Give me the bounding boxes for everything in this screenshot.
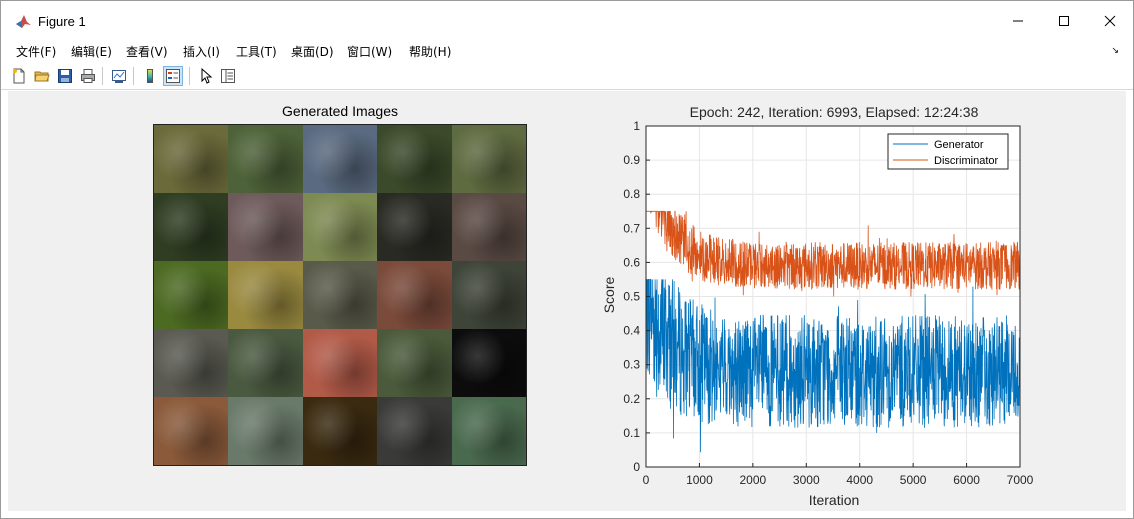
open-file-button[interactable] xyxy=(32,66,52,86)
menu-desktop[interactable]: 桌面(D) xyxy=(291,43,334,60)
x-tick-label: 6000 xyxy=(953,473,980,487)
minimize-icon xyxy=(1013,20,1023,22)
matlab-logo-icon xyxy=(15,13,32,30)
y-tick-label: 0.8 xyxy=(623,187,640,201)
y-tick-label: 0.2 xyxy=(623,392,640,406)
print-icon xyxy=(81,69,95,83)
window-title: Figure 1 xyxy=(38,14,86,29)
colorbar-icon xyxy=(147,69,153,83)
menu-help[interactable]: 帮助(H) xyxy=(409,43,451,60)
x-tick-label: 1000 xyxy=(686,473,713,487)
legend-button[interactable] xyxy=(163,66,183,86)
colorbar-button[interactable] xyxy=(140,66,160,86)
save-icon xyxy=(58,69,72,83)
new-figure-button[interactable] xyxy=(9,66,29,86)
link-plot-icon xyxy=(112,70,126,83)
maximize-icon xyxy=(1059,16,1069,26)
plot-title: Epoch: 242, Iteration: 6993, Elapsed: 12… xyxy=(690,104,979,120)
y-tick-label: 0.5 xyxy=(623,290,640,304)
y-tick-label: 0 xyxy=(633,460,640,474)
new-figure-icon xyxy=(13,68,25,84)
toolbar-separator xyxy=(102,67,103,85)
toolbar xyxy=(0,62,1134,90)
close-button[interactable] xyxy=(1087,1,1133,41)
edit-plot-cursor-icon xyxy=(201,68,213,84)
open-file-icon xyxy=(34,71,50,82)
x-tick-label: 7000 xyxy=(1007,473,1034,487)
legend[interactable]: Generator Discriminator xyxy=(887,133,1009,170)
maximize-button[interactable] xyxy=(1041,1,1087,41)
y-axis-label: Score xyxy=(601,277,617,314)
y-tick-label: 0.6 xyxy=(623,255,640,269)
toolbar-separator xyxy=(189,67,190,85)
title-bar: Figure 1 xyxy=(0,0,1134,40)
minimize-button[interactable] xyxy=(995,1,1041,41)
menu-bar: 文件(F) 编辑(E) 查看(V) 插入(I) 工具(T) 桌面(D) 窗口(W… xyxy=(0,40,1134,62)
toolbar-separator xyxy=(133,67,134,85)
y-tick-label: 0.1 xyxy=(623,426,640,440)
x-tick-label: 3000 xyxy=(793,473,820,487)
legend-icon xyxy=(166,69,180,83)
menu-file[interactable]: 文件(F) xyxy=(16,43,56,60)
y-tick-label: 0.9 xyxy=(623,153,640,167)
property-inspector-button[interactable] xyxy=(218,66,238,86)
x-tick-label: 5000 xyxy=(900,473,927,487)
dock-arrow-icon[interactable]: ↘ xyxy=(1111,46,1119,56)
y-tick-label: 0.3 xyxy=(623,358,640,372)
score-plot: Epoch: 242, Iteration: 6993, Elapsed: 12… xyxy=(601,104,1034,508)
menu-window[interactable]: 窗口(W) xyxy=(347,43,392,60)
y-tick-label: 0.7 xyxy=(623,221,640,235)
x-axis-label: Iteration xyxy=(809,492,860,508)
print-button[interactable] xyxy=(78,66,98,86)
x-tick-label: 2000 xyxy=(740,473,767,487)
save-button[interactable] xyxy=(55,66,75,86)
link-plot-button[interactable] xyxy=(109,66,129,86)
menu-edit[interactable]: 编辑(E) xyxy=(71,43,112,60)
legend-label: Discriminator xyxy=(934,155,999,167)
x-tick-label: 0 xyxy=(643,473,650,487)
close-icon xyxy=(1104,15,1116,27)
y-tick-label: 1 xyxy=(633,119,640,133)
menu-view[interactable]: 查看(V) xyxy=(126,43,168,60)
edit-plot-button[interactable] xyxy=(196,66,216,86)
menu-insert[interactable]: 插入(I) xyxy=(183,43,220,60)
y-tick-label: 0.4 xyxy=(623,324,640,338)
menu-tools[interactable]: 工具(T) xyxy=(236,43,277,60)
legend-label: Generator xyxy=(934,139,984,151)
x-tick-label: 4000 xyxy=(846,473,873,487)
figure-canvas: Generated Images Epoch: 242, Iteration: … xyxy=(8,91,1126,511)
property-inspector-icon xyxy=(221,69,235,83)
